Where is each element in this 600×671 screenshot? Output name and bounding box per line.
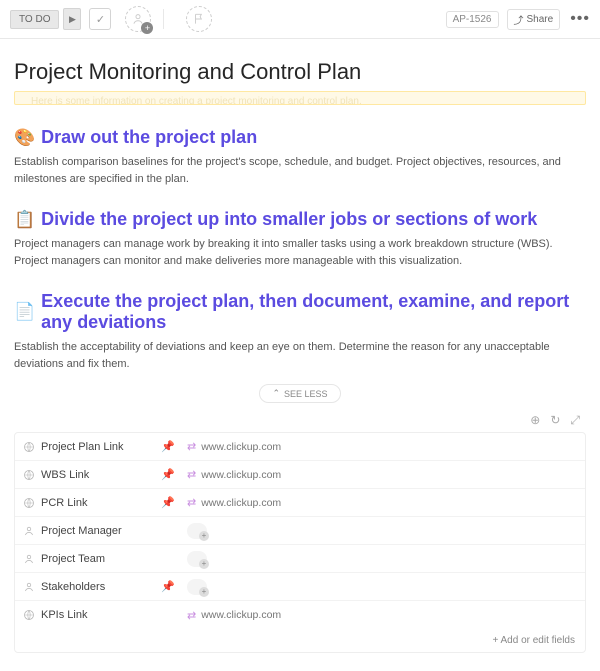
status-label: TO DO: [19, 14, 50, 25]
empty-assignee-pill[interactable]: [187, 523, 207, 539]
section-heading-text: Divide the project up into smaller jobs …: [41, 209, 537, 230]
field-value[interactable]: [181, 523, 585, 539]
field-row: Stakeholders 📌: [15, 573, 585, 601]
expand-icon[interactable]: ⤢: [570, 413, 580, 428]
pin-icon[interactable]: 📌: [155, 580, 181, 593]
field-value-text: www.clickup.com: [201, 441, 281, 453]
globe-icon: [23, 441, 35, 453]
info-banner: Here is some information on creating a p…: [14, 91, 586, 105]
field-value-text: www.clickup.com: [201, 497, 281, 509]
link-icon: ⇄: [187, 468, 196, 481]
status-button[interactable]: TO DO: [10, 10, 59, 29]
person-icon: [23, 553, 35, 565]
section-body[interactable]: Establish comparison baselines for the p…: [14, 154, 586, 187]
link-icon: ⇄: [187, 496, 196, 509]
field-value[interactable]: ⇄ www.clickup.com: [181, 609, 585, 622]
field-name-text: KPIs Link: [41, 609, 87, 621]
see-less-button[interactable]: ⌃ SEE LESS: [259, 384, 340, 403]
field-row: Project Team 📌: [15, 545, 585, 573]
field-name-text: PCR Link: [41, 497, 87, 509]
section-heading-text: Execute the project plan, then document,…: [41, 291, 586, 333]
section-emoji-icon: 🎨: [14, 128, 35, 148]
field-value[interactable]: ⇄ www.clickup.com: [181, 440, 585, 453]
see-less-label: SEE LESS: [284, 389, 328, 399]
field-value[interactable]: [181, 579, 585, 595]
toolbar: TO DO ▶ ✓ + AP-1526 ⤴Share •••: [0, 0, 600, 39]
field-name-text: WBS Link: [41, 469, 89, 481]
field-value-text: www.clickup.com: [201, 469, 281, 481]
section-emoji-icon: 📋: [14, 210, 35, 230]
content-area: Project Monitoring and Control Plan Here…: [0, 39, 600, 671]
person-icon: [23, 581, 35, 593]
section-body[interactable]: Project managers can manage work by brea…: [14, 236, 586, 269]
field-value[interactable]: ⇄ www.clickup.com: [181, 496, 585, 509]
section-heading[interactable]: 📋 Divide the project up into smaller jobs…: [14, 209, 586, 230]
plus-icon: +: [141, 22, 153, 34]
field-name[interactable]: KPIs Link: [15, 609, 155, 621]
task-id-text: AP-1526: [453, 14, 492, 25]
pin-icon[interactable]: 📌: [155, 468, 181, 481]
page-title[interactable]: Project Monitoring and Control Plan: [14, 59, 586, 85]
field-value[interactable]: ⇄ www.clickup.com: [181, 468, 585, 481]
view-options: ⊕ ↻ ⤢: [14, 409, 586, 432]
globe-icon: [23, 497, 35, 509]
complete-checkbox[interactable]: ✓: [89, 8, 111, 30]
see-less-row: ⌃ SEE LESS: [14, 384, 586, 403]
field-name-text: Project Team: [41, 553, 105, 565]
link-icon: ⇄: [187, 440, 196, 453]
toolbar-divider: [163, 9, 164, 29]
share-button[interactable]: ⤴Share: [507, 9, 561, 30]
section-body[interactable]: Establish the acceptability of deviation…: [14, 339, 586, 372]
add-edit-fields-button[interactable]: + Add or edit fields: [15, 629, 585, 652]
section-heading[interactable]: 📄 Execute the project plan, then document…: [14, 291, 586, 333]
field-name[interactable]: WBS Link: [15, 469, 155, 481]
chevron-up-icon: ⌃: [272, 388, 280, 399]
field-name-text: Project Manager: [41, 525, 122, 537]
empty-assignee-pill[interactable]: [187, 551, 207, 567]
field-row: KPIs Link 📌 ⇄ www.clickup.com: [15, 601, 585, 629]
field-row: WBS Link 📌 ⇄ www.clickup.com: [15, 461, 585, 489]
link-icon: ⇄: [187, 609, 196, 622]
custom-fields-table: Project Plan Link📌⇄www.clickup.comWBS Li…: [14, 432, 586, 653]
task-id-badge[interactable]: AP-1526: [446, 11, 499, 28]
status-next-button[interactable]: ▶: [63, 8, 81, 30]
field-name[interactable]: Project Plan Link: [15, 441, 155, 453]
field-name[interactable]: Project Manager: [15, 525, 155, 537]
field-name-text: Project Plan Link: [41, 441, 124, 453]
section-heading[interactable]: 🎨 Draw out the project plan: [14, 127, 586, 148]
globe-icon: [23, 469, 35, 481]
pin-icon[interactable]: 📌: [155, 552, 181, 565]
pin-icon[interactable]: 📌: [155, 609, 181, 622]
empty-assignee-pill[interactable]: [187, 579, 207, 595]
field-name-text: Stakeholders: [41, 581, 105, 593]
assignee-add-button[interactable]: +: [125, 6, 151, 32]
person-icon: [23, 525, 35, 537]
globe-icon: [23, 609, 35, 621]
pin-icon[interactable]: 📌: [155, 440, 181, 453]
field-row: Project Manager 📌: [15, 517, 585, 545]
pin-icon[interactable]: 📌: [155, 524, 181, 537]
field-name[interactable]: Stakeholders: [15, 581, 155, 593]
field-value[interactable]: [181, 551, 585, 567]
field-row: Project Plan Link 📌 ⇄ www.clickup.com: [15, 433, 585, 461]
priority-button[interactable]: [186, 6, 212, 32]
flag-icon: [192, 12, 206, 26]
more-menu-button[interactable]: •••: [570, 10, 590, 28]
banner-text: Here is some information on creating a p…: [31, 96, 362, 105]
pin-icon[interactable]: 📌: [155, 496, 181, 509]
field-value-text: www.clickup.com: [201, 609, 281, 621]
share-icon: ⤴: [514, 12, 524, 27]
history-icon[interactable]: ↻: [550, 413, 560, 428]
field-row: PCR Link 📌 ⇄ www.clickup.com: [15, 489, 585, 517]
section-heading-text: Draw out the project plan: [41, 127, 257, 148]
globe-icon[interactable]: ⊕: [530, 413, 540, 428]
field-name[interactable]: PCR Link: [15, 497, 155, 509]
section-emoji-icon: 📄: [14, 302, 35, 322]
field-name[interactable]: Project Team: [15, 553, 155, 565]
share-label: Share: [527, 14, 554, 25]
